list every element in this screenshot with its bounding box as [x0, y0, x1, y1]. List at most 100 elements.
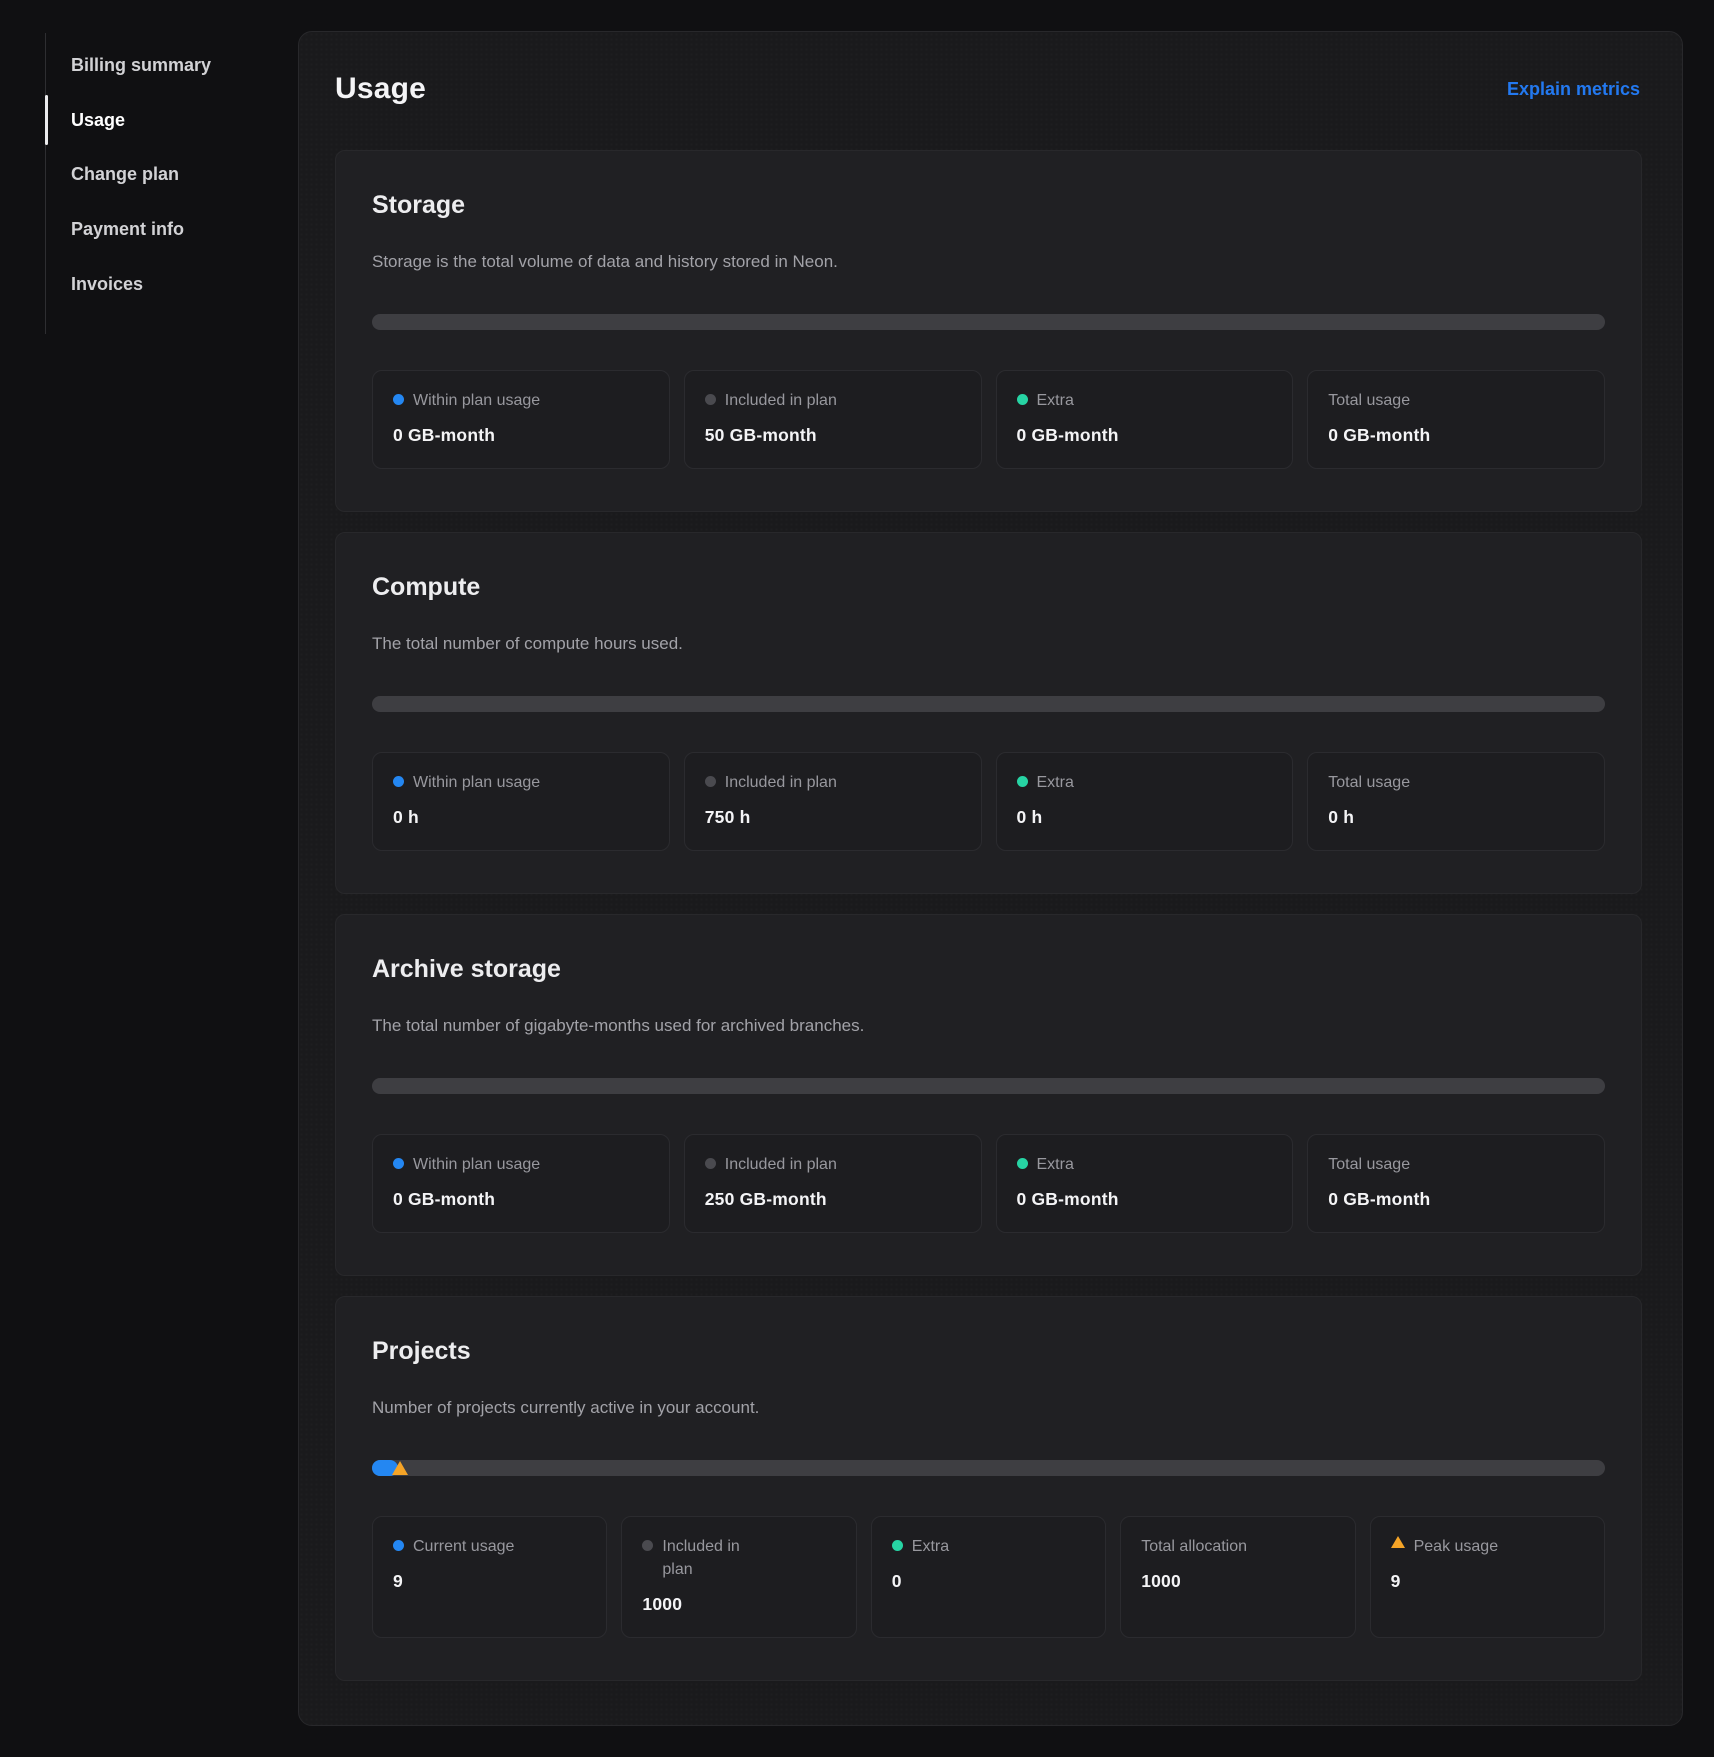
stat-label-text: Extra — [1037, 1153, 1074, 1176]
stat-value: 50 GB-month — [705, 425, 961, 446]
stat-value: 0 GB-month — [393, 1189, 649, 1210]
stat-value: 0 GB-month — [1328, 425, 1584, 446]
sidebar-item-change-plan[interactable]: Change plan — [71, 164, 179, 185]
stat-label: Total usage — [1328, 389, 1584, 412]
stat-value: 750 h — [705, 807, 961, 828]
stat-label: Extra — [1017, 1153, 1273, 1176]
stat-label: Extra — [892, 1535, 1085, 1558]
projects-description: Number of projects currently active in y… — [372, 1396, 1605, 1420]
gray-dot-icon — [705, 776, 716, 787]
page-title: Usage — [335, 72, 426, 106]
gray-dot-icon — [642, 1540, 653, 1551]
storage-stat-included-in-plan: Included in plan 50 GB-month — [684, 370, 982, 469]
stat-value: 0 h — [1328, 807, 1584, 828]
stat-value: 0 h — [1017, 807, 1273, 828]
gray-dot-icon — [705, 394, 716, 405]
stat-value: 250 GB-month — [705, 1189, 961, 1210]
sidebar-item-invoices[interactable]: Invoices — [71, 274, 143, 295]
sidebar-item-payment-info[interactable]: Payment info — [71, 219, 184, 240]
stat-label-text: Total usage — [1328, 1153, 1410, 1176]
usage-sections: StorageStorage is the total volume of da… — [335, 150, 1642, 1681]
storage-usage-bar — [372, 314, 1605, 330]
stat-label-text: Total usage — [1328, 389, 1410, 412]
stat-label: Current usage — [393, 1535, 586, 1558]
green-dot-icon — [892, 1540, 903, 1551]
sidebar-item-usage[interactable]: Usage — [71, 110, 125, 131]
green-dot-icon — [1017, 1158, 1028, 1169]
stat-value: 0 — [892, 1571, 1085, 1592]
projects-stat-current-usage: Current usage 9 — [372, 1516, 607, 1638]
stat-value: 1000 — [1141, 1571, 1334, 1592]
compute-usage-bar — [372, 696, 1605, 712]
section-compute: Compute The total number of compute hours… — [335, 532, 1642, 894]
stat-label-text: Included in plan — [725, 771, 837, 794]
compute-stat-total-usage: Total usage 0 h — [1307, 752, 1605, 851]
stat-value: 0 GB-month — [1017, 425, 1273, 446]
compute-stat-extra: Extra 0 h — [996, 752, 1294, 851]
stat-label: Extra — [1017, 389, 1273, 412]
stat-value: 9 — [393, 1571, 586, 1592]
stat-label-text: Extra — [1037, 389, 1074, 412]
blue-dot-icon — [393, 394, 404, 405]
archive-storage-title: Archive storage — [372, 955, 1605, 984]
stat-label: Included in plan — [705, 389, 961, 412]
compute-description: The total number of compute hours used. — [372, 632, 1605, 656]
stat-label: Included in plan — [705, 1153, 961, 1176]
explain-metrics-link[interactable]: Explain metrics — [1507, 79, 1640, 100]
stat-label: Total allocation — [1141, 1535, 1334, 1558]
stat-value: 0 GB-month — [393, 425, 649, 446]
section-projects: Projects Number of projects currently act… — [335, 1296, 1642, 1681]
compute-stats-row: Within plan usage0 hIncluded in plan750 … — [372, 752, 1605, 851]
sidebar-item-billing-summary[interactable]: Billing summary — [71, 55, 211, 76]
blue-dot-icon — [393, 776, 404, 787]
storage-stat-extra: Extra 0 GB-month — [996, 370, 1294, 469]
stat-label-text: Extra — [912, 1535, 949, 1558]
storage-stat-within-plan-usage: Within plan usage 0 GB-month — [372, 370, 670, 469]
section-archive-storage: Archive storage The total number of gigab… — [335, 914, 1642, 1276]
blue-dot-icon — [393, 1540, 404, 1551]
projects-stats-row: Current usage 9 Included in plan 1000 Extra 0… — [372, 1516, 1605, 1638]
projects-title: Projects — [372, 1337, 1605, 1366]
compute-stat-within-plan-usage: Within plan usage0 h — [372, 752, 670, 851]
stat-label-text: Included in plan — [662, 1535, 754, 1581]
stat-label-text: Within plan usage — [413, 389, 540, 412]
stat-label: Included in plan — [705, 771, 961, 794]
stat-label: Peak usage — [1391, 1535, 1584, 1558]
section-storage: StorageStorage is the total volume of da… — [335, 150, 1642, 512]
projects-stat-extra: Extra 0 — [871, 1516, 1106, 1638]
green-dot-icon — [1017, 776, 1028, 787]
stat-label-text: Total allocation — [1141, 1535, 1247, 1558]
stat-value: 0 GB-month — [1017, 1189, 1273, 1210]
stat-label-text: Total usage — [1328, 771, 1410, 794]
stat-value: 9 — [1391, 1571, 1584, 1592]
stat-label: Total usage — [1328, 1153, 1584, 1176]
archive-storage-stat-total-usage: Total usage0 GB-month — [1307, 1134, 1605, 1233]
stat-label-text: Within plan usage — [413, 771, 540, 794]
projects-peak-marker-icon — [392, 1461, 408, 1475]
stat-label-text: Extra — [1037, 771, 1074, 794]
projects-stat-included-in-plan: Included in plan 1000 — [621, 1516, 856, 1638]
compute-title: Compute — [372, 573, 1605, 602]
usage-header: Usage Explain metrics — [335, 72, 1642, 106]
stat-label-text: Current usage — [413, 1535, 514, 1558]
stat-label-text: Within plan usage — [413, 1153, 540, 1176]
stat-label: Extra — [1017, 771, 1273, 794]
stat-label: Total usage — [1328, 771, 1584, 794]
stat-label-text: Peak usage — [1414, 1535, 1499, 1558]
stat-label: Within plan usage — [393, 389, 649, 412]
green-dot-icon — [1017, 394, 1028, 405]
billing-page: Billing summary Usage Change plan Payment i… — [0, 0, 1714, 1757]
archive-storage-usage-bar — [372, 1078, 1605, 1094]
peak-triangle-icon — [1391, 1536, 1405, 1548]
gray-dot-icon — [705, 1158, 716, 1169]
stat-value: 1000 — [642, 1594, 835, 1615]
stat-label: Within plan usage — [393, 1153, 649, 1176]
compute-stat-included-in-plan: Included in plan 750 h — [684, 752, 982, 851]
stat-label: Within plan usage — [393, 771, 649, 794]
projects-usage-bar — [372, 1460, 1605, 1476]
usage-panel: Usage Explain metrics StorageStorage is … — [298, 31, 1683, 1726]
stat-label: Included in plan — [642, 1535, 835, 1581]
archive-storage-description: The total number of gigabyte-months used… — [372, 1014, 1605, 1038]
storage-stat-total-usage: Total usage 0 GB-month — [1307, 370, 1605, 469]
archive-storage-stat-extra: Extra 0 GB-month — [996, 1134, 1294, 1233]
